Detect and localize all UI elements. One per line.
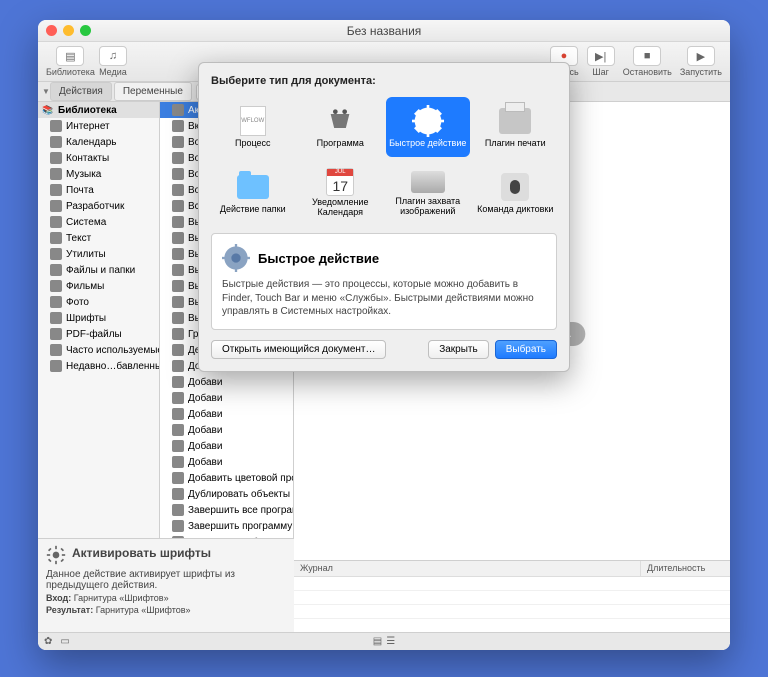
doc-type-icon: [235, 105, 271, 137]
doc-type-label: Плагин захвата изображений: [388, 197, 468, 217]
doc-type-label: Действие папки: [220, 205, 286, 215]
dialog-description: Быстрое действие Быстрые действия — это …: [211, 233, 557, 330]
document-type-dialog: Выберите тип для документа: Процесс Прогр…: [198, 62, 570, 372]
doc-type-icon: JUL17: [322, 168, 358, 196]
doc-type-icon: [322, 105, 358, 137]
doc-type-icon: [497, 105, 533, 137]
dialog-header: Выберите тип для документа:: [211, 75, 557, 87]
document-type-grid: Процесс Программа Быстрое действие Плагин п…: [211, 97, 557, 223]
open-existing-button[interactable]: Открыть имеющийся документ…: [211, 340, 386, 359]
doc-type-icon: [410, 169, 446, 195]
desc-body: Быстрые действия — это процессы, которые…: [222, 278, 546, 319]
doc-type-card[interactable]: Плагин печати: [474, 97, 558, 157]
doc-type-icon: [410, 105, 446, 137]
doc-type-card[interactable]: Быстрое действие: [386, 97, 470, 157]
doc-type-card[interactable]: Плагин захвата изображений: [386, 163, 470, 223]
doc-type-label: Быстрое действие: [389, 139, 466, 149]
doc-type-card[interactable]: JUL17Уведомление Календаря: [299, 163, 383, 223]
doc-type-card[interactable]: Процесс: [211, 97, 295, 157]
gear-icon: [222, 244, 250, 272]
doc-type-card[interactable]: Программа: [299, 97, 383, 157]
doc-type-label: Процесс: [235, 139, 271, 149]
doc-type-label: Уведомление Календаря: [301, 198, 381, 218]
close-button[interactable]: Закрыть: [428, 340, 489, 359]
doc-type-icon: [235, 171, 271, 203]
doc-type-label: Программа: [317, 139, 364, 149]
doc-type-card[interactable]: Действие папки: [211, 163, 295, 223]
doc-type-icon: [497, 171, 533, 203]
doc-type-card[interactable]: Команда диктовки: [474, 163, 558, 223]
doc-type-label: Команда диктовки: [477, 205, 553, 215]
modal-overlay: Выберите тип для документа: Процесс Прогр…: [0, 0, 768, 677]
choose-button[interactable]: Выбрать: [495, 340, 557, 359]
doc-type-label: Плагин печати: [485, 139, 546, 149]
desc-title: Быстрое действие: [258, 251, 379, 266]
